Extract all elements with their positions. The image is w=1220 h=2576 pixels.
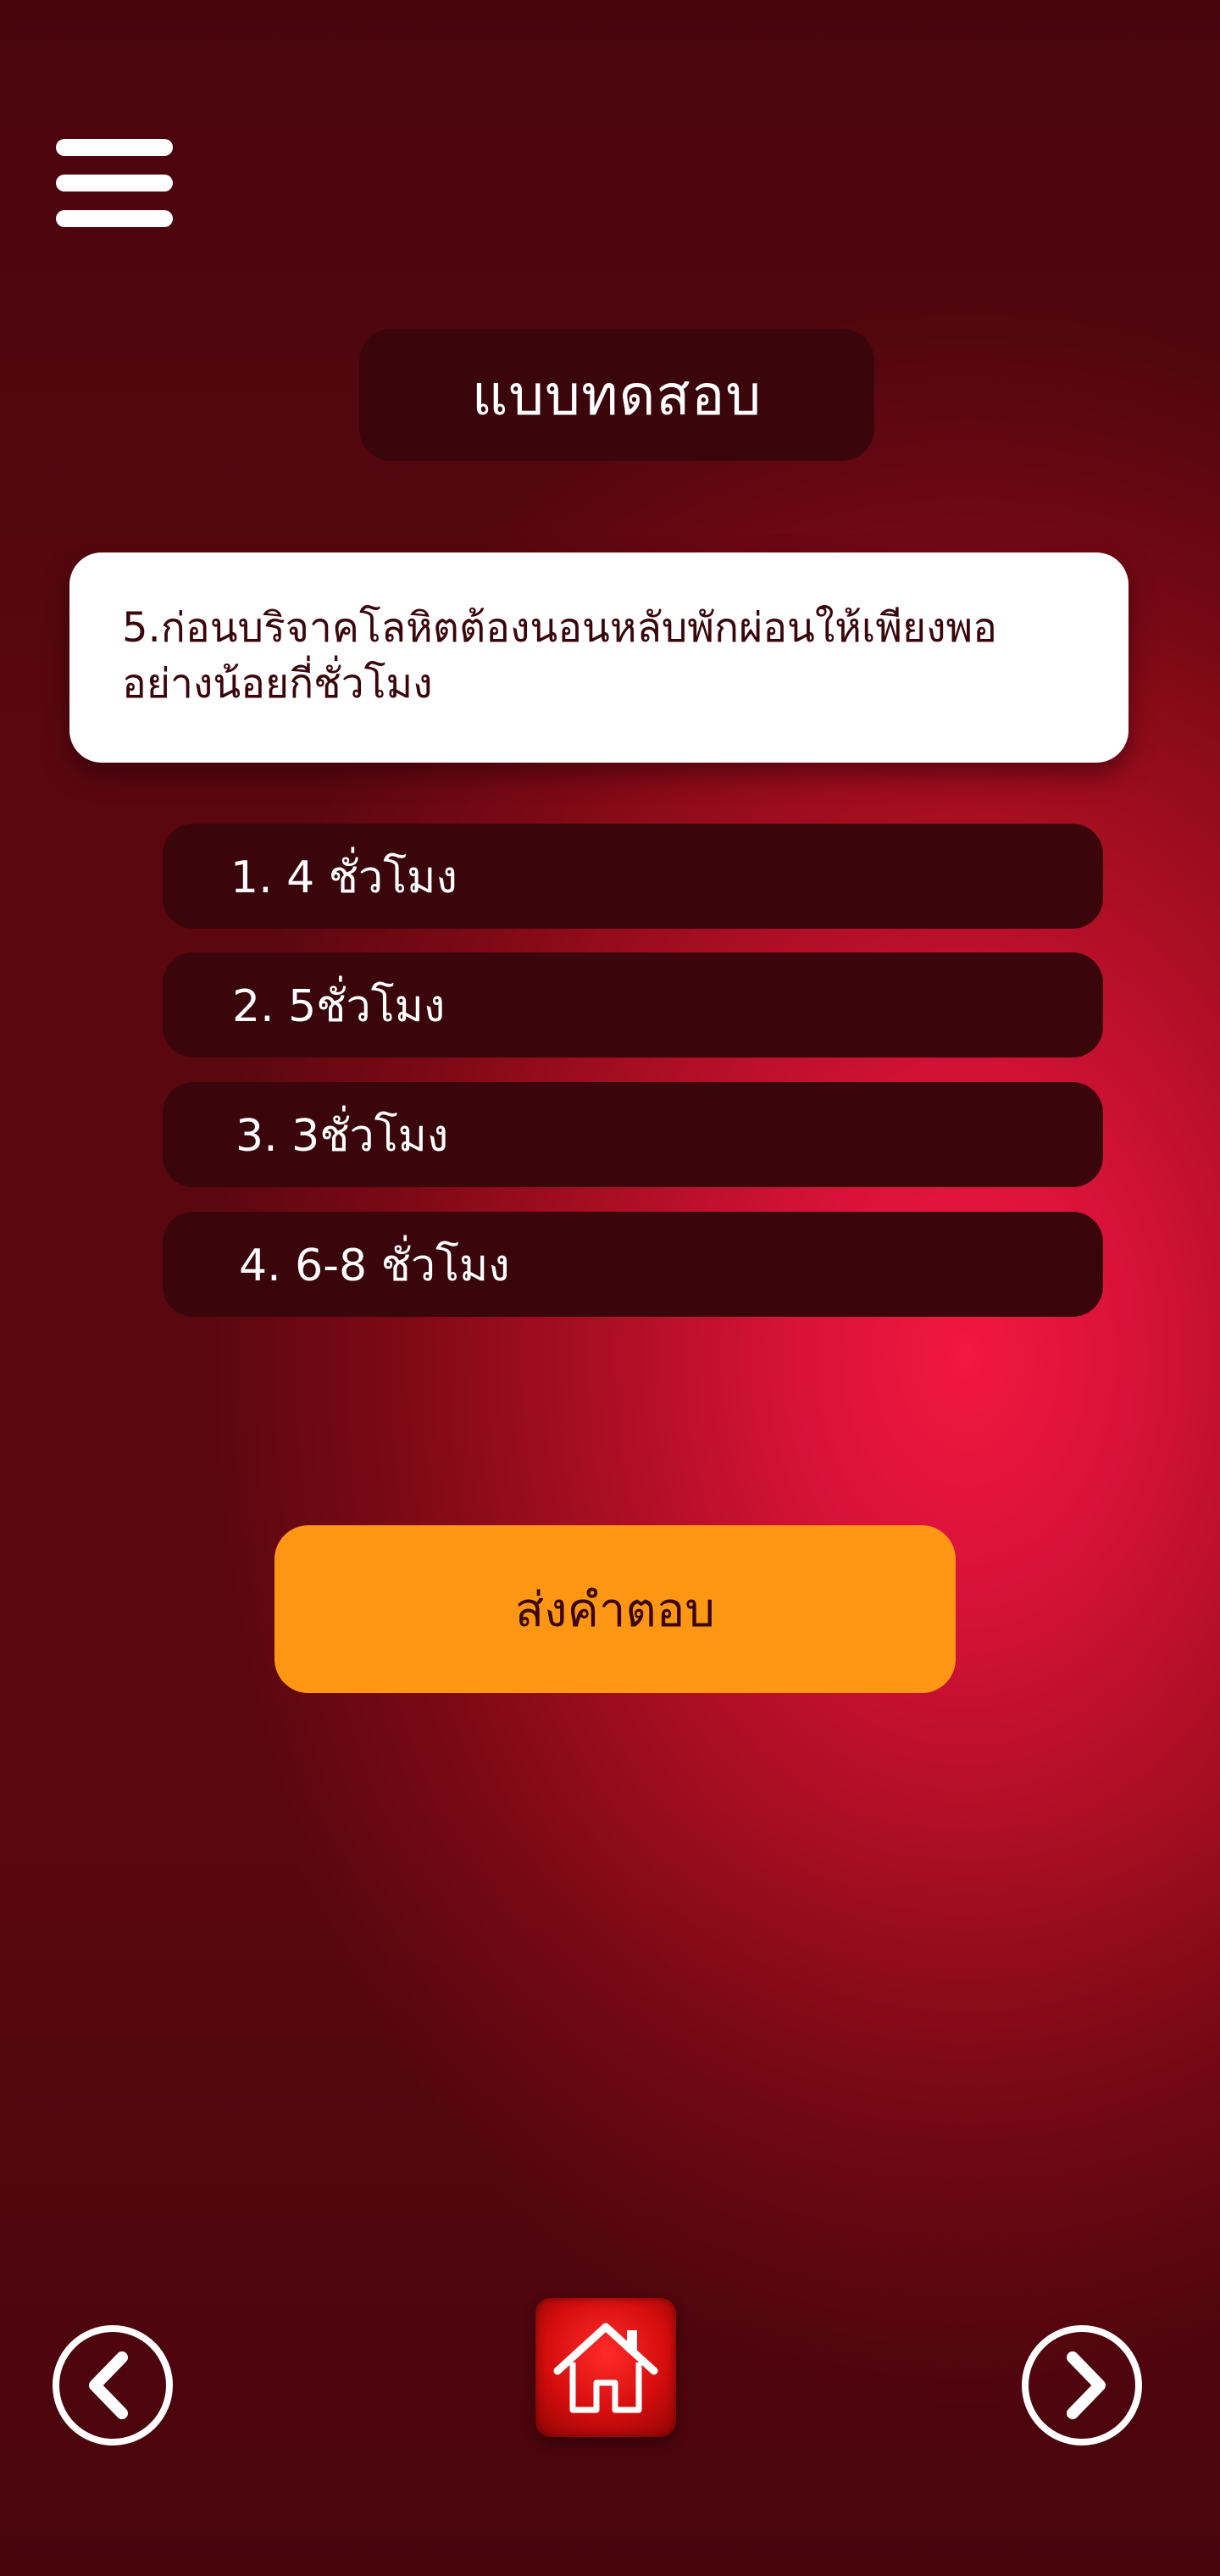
menu-bar-bottom bbox=[56, 210, 173, 227]
menu-bar-top bbox=[56, 139, 173, 156]
home-button[interactable] bbox=[535, 2298, 676, 2437]
chevron-right-icon bbox=[1067, 2351, 1106, 2419]
submit-answer-label: ส่งคำตอบ bbox=[515, 1582, 715, 1638]
answer-option-label: 4. 6-8 ชั่วโมง bbox=[239, 1240, 510, 1291]
menu-bar-middle bbox=[56, 175, 173, 192]
answer-option-2[interactable]: 2. 5ชั่วโมง bbox=[163, 952, 1103, 1058]
question-text-line2: อย่างน้อยกี่ชั่วโมง bbox=[122, 660, 433, 708]
chevron-left-icon bbox=[89, 2351, 128, 2419]
question-card: 5.ก่อนบริจาคโลหิตต้องนอนหลับพักผ่อนให้เพ… bbox=[69, 552, 1128, 763]
previous-button[interactable] bbox=[53, 2325, 173, 2446]
answer-option-label: 1. 4 ชั่วโมง bbox=[230, 852, 458, 903]
answer-option-label: 2. 5ชั่วโมง bbox=[232, 980, 446, 1032]
submit-answer-button[interactable]: ส่งคำตอบ bbox=[274, 1525, 956, 1693]
answer-option-1[interactable]: 1. 4 ชั่วโมง bbox=[163, 824, 1103, 929]
question-text-line1: 5.ก่อนบริจาคโลหิตต้องนอนหลับพักผ่อนให้เพ… bbox=[122, 604, 997, 652]
answer-option-label: 3. 3ชั่วโมง bbox=[236, 1110, 449, 1162]
hamburger-menu-icon[interactable] bbox=[56, 136, 175, 229]
next-button[interactable] bbox=[1022, 2325, 1142, 2446]
answer-option-4[interactable]: 4. 6-8 ชั่วโมง bbox=[163, 1212, 1103, 1317]
page-title: แบบทดสอบ bbox=[359, 329, 874, 461]
page-title-text: แบบทดสอบ bbox=[471, 362, 762, 428]
answer-option-3[interactable]: 3. 3ชั่วโมง bbox=[163, 1082, 1103, 1187]
home-icon bbox=[553, 2323, 658, 2413]
